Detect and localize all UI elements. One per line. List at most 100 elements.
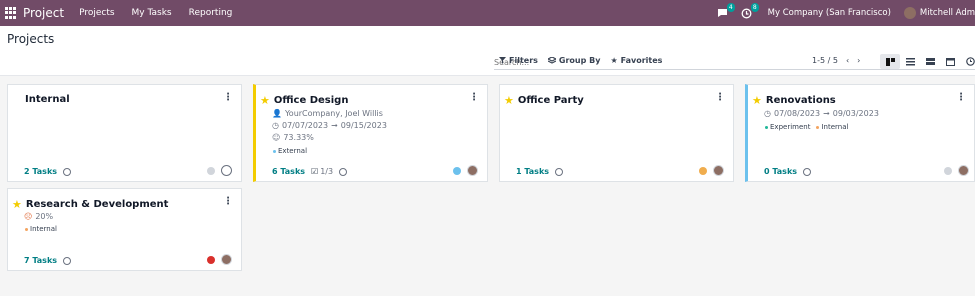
favorite-star-icon[interactable]: ★: [504, 94, 514, 107]
unassigned-avatar[interactable]: [221, 165, 232, 176]
tasks-link[interactable]: 0 Tasks: [764, 167, 797, 176]
group-by-label: Group By: [558, 56, 601, 65]
customer-name: YourCompany, Joel Willis: [284, 109, 383, 118]
user-avatar[interactable]: [221, 254, 232, 265]
app-title[interactable]: Project: [23, 6, 64, 20]
tag: Experiment: [765, 123, 810, 131]
pager-value[interactable]: 1-5 / 5: [812, 56, 838, 65]
filters-label: Filters: [509, 56, 538, 65]
favorites-button[interactable]: ★ Favorites: [610, 56, 662, 65]
date-end: 09/03/2023: [832, 109, 879, 118]
menu-projects[interactable]: Projects: [79, 8, 114, 18]
status-dot[interactable]: [453, 166, 461, 175]
card-footer: 2 Tasks: [24, 167, 72, 176]
project-name: Internal: [25, 94, 70, 105]
tags-row: External: [273, 147, 307, 155]
card-status: [207, 165, 232, 176]
user-avatar[interactable]: [467, 165, 478, 176]
gantt-view-button[interactable]: [920, 54, 940, 69]
card-menu-button[interactable]: ⋮: [469, 92, 479, 103]
card-status: [453, 165, 478, 176]
activity-clock-icon[interactable]: [63, 256, 72, 265]
card-footer: 0 Tasks: [764, 167, 812, 176]
chevron-right-icon[interactable]: ›: [857, 56, 860, 65]
favorite-star-icon[interactable]: ★: [260, 94, 270, 107]
person-icon: 👤: [272, 109, 282, 118]
project-card[interactable]: ★ Research & Development ⋮ ☹ 20% Interna…: [7, 188, 242, 271]
date-start: 07/07/2023: [281, 121, 329, 130]
date-row: ◷ 07/08/2023 ➞ 09/03/2023: [764, 109, 879, 118]
activity-clock-icon[interactable]: [555, 167, 564, 176]
card-footer: 7 Tasks: [24, 256, 72, 265]
tag: External: [273, 147, 307, 155]
activity-clock-icon[interactable]: 8: [740, 3, 759, 20]
chat-count-badge: 4: [726, 3, 735, 12]
activity-view-button[interactable]: [960, 54, 975, 69]
progress-value: 73.33%: [283, 133, 314, 142]
project-title: ★ Office Party: [504, 94, 584, 107]
progress-value: 20%: [35, 212, 54, 221]
card-menu-button[interactable]: ⋮: [223, 92, 233, 103]
status-dot[interactable]: [944, 166, 952, 175]
project-card[interactable]: ★ Office Design ⋮ 👤 YourCompany, Joel Wi…: [253, 84, 488, 182]
layers-icon: [547, 57, 556, 64]
calendar-view-button[interactable]: [940, 54, 960, 69]
status-dot[interactable]: [207, 166, 215, 175]
card-status: [944, 165, 969, 176]
control-panel: Projects: [0, 26, 975, 76]
star-icon: ★: [610, 56, 618, 65]
menu-my-tasks[interactable]: My Tasks: [132, 8, 172, 18]
smile-icon: ☺: [272, 133, 281, 142]
clock-icon: ◷: [764, 109, 771, 118]
page-title: Projects: [7, 32, 55, 46]
checkbox-icon: ☑: [311, 167, 319, 176]
view-switcher: [880, 54, 975, 69]
group-by-button[interactable]: Group By: [547, 56, 601, 65]
tags-row: Experiment Internal: [765, 123, 848, 131]
project-name: Office Design: [273, 95, 349, 106]
activity-clock-icon[interactable]: [339, 167, 348, 176]
arrow-right-icon: ➞: [823, 109, 830, 118]
apps-menu-icon[interactable]: [5, 7, 17, 19]
tasks-link[interactable]: 1 Tasks: [516, 167, 549, 176]
tasks-link[interactable]: 6 Tasks: [272, 167, 305, 176]
tags-row: Internal: [25, 225, 57, 233]
status-dot[interactable]: [699, 166, 707, 175]
filter-icon: [499, 57, 506, 64]
project-card[interactable]: Internal ⋮ 2 Tasks: [7, 84, 242, 182]
filters-button[interactable]: Filters: [499, 56, 538, 65]
activity-clock-icon[interactable]: [803, 167, 812, 176]
chat-icon[interactable]: 4: [716, 3, 735, 20]
card-menu-button[interactable]: ⋮: [715, 92, 725, 103]
date-start: 07/08/2023: [773, 109, 821, 118]
tag: Internal: [816, 123, 848, 131]
project-card[interactable]: ★ Renovations ⋮ ◷ 07/08/2023 ➞ 09/03/202…: [745, 84, 975, 182]
card-menu-button[interactable]: ⋮: [223, 196, 233, 207]
company-switcher[interactable]: My Company (San Francisco): [768, 8, 891, 18]
project-card[interactable]: ★ Office Party ⋮ 1 Tasks: [499, 84, 734, 182]
search-options: Filters Group By ★ Favorites: [499, 56, 662, 65]
activity-clock-icon[interactable]: [63, 167, 72, 176]
status-dot[interactable]: [207, 255, 215, 264]
kanban-view-button[interactable]: [880, 54, 900, 69]
user-avatar[interactable]: [958, 165, 969, 176]
arrow-right-icon: ➞: [331, 121, 338, 130]
user-avatar[interactable]: [713, 165, 724, 176]
user-menu[interactable]: Mitchell Adm: [920, 8, 975, 18]
list-view-button[interactable]: [900, 54, 920, 69]
card-status: [699, 165, 724, 176]
menu-reporting[interactable]: Reporting: [189, 8, 233, 18]
user-avatar[interactable]: [903, 7, 916, 19]
tasks-link[interactable]: 7 Tasks: [24, 256, 57, 265]
favorite-star-icon[interactable]: ★: [12, 198, 22, 211]
card-footer: 6 Tasks ☑ 1/3: [272, 167, 348, 176]
chevron-left-icon[interactable]: ‹: [846, 56, 849, 65]
progress-row: ☺ 73.33%: [272, 133, 314, 142]
tasks-link[interactable]: 2 Tasks: [24, 167, 57, 176]
favorite-star-icon[interactable]: ★: [752, 94, 762, 107]
date-end: 09/15/2023: [340, 121, 387, 130]
card-menu-button[interactable]: ⋮: [956, 92, 966, 103]
project-name: Office Party: [517, 95, 584, 106]
favorites-label: Favorites: [620, 56, 663, 65]
progress-row: ☹ 20%: [24, 212, 53, 221]
